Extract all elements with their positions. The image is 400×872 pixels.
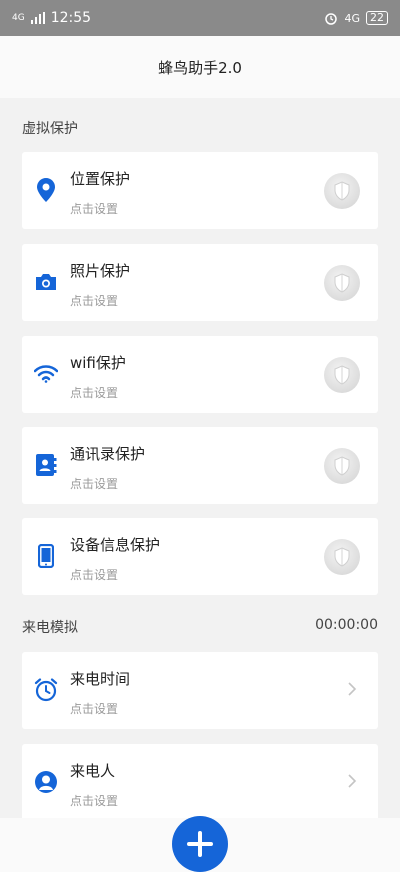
right-network-label: 4G — [344, 11, 360, 25]
call-timer: 00:00:00 — [315, 617, 378, 633]
caller-card[interactable]: 来电人 点击设置 — [22, 744, 378, 821]
page-title: 蜂鸟助手2.0 — [158, 58, 242, 77]
card-subtitle: 点击设置 — [70, 477, 119, 491]
battery-icon: 22 — [366, 11, 388, 25]
card-subtitle: 点击设置 — [70, 568, 119, 582]
section-title-call-simulation: 来电模拟 — [22, 620, 78, 636]
photo-protection-card[interactable]: 照片保护 点击设置 — [22, 244, 378, 321]
location-protection-card[interactable]: 位置保护 点击设置 — [22, 152, 378, 229]
shield-toggle-icon[interactable] — [324, 539, 360, 575]
shield-toggle-icon[interactable] — [324, 448, 360, 484]
app-header: 蜂鸟助手2.0 — [0, 36, 400, 98]
shield-toggle-icon[interactable] — [324, 173, 360, 209]
call-time-card[interactable]: 来电时间 点击设置 — [22, 652, 378, 729]
section-title-virtual-protection: 虚拟保护 — [22, 121, 78, 137]
battery-level: 22 — [370, 11, 384, 24]
card-title: 通讯录保护 — [70, 445, 146, 463]
shield-toggle-icon[interactable] — [324, 265, 360, 301]
shield-toggle-icon[interactable] — [324, 357, 360, 393]
device-info-protection-card[interactable]: 设备信息保护 点击设置 — [22, 518, 378, 595]
alarm-clock-icon — [34, 678, 58, 702]
phone-icon — [34, 544, 58, 568]
card-subtitle: 点击设置 — [70, 702, 119, 716]
card-title: 位置保护 — [70, 170, 131, 188]
contacts-protection-card[interactable]: 通讯录保护 点击设置 — [22, 427, 378, 504]
network-label: 4G — [12, 12, 25, 23]
card-title: 照片保护 — [70, 262, 131, 280]
card-title: 来电人 — [70, 762, 116, 780]
card-subtitle: 点击设置 — [70, 386, 119, 400]
add-button[interactable] — [172, 816, 228, 872]
card-title: 设备信息保护 — [70, 536, 161, 554]
clock-time: 12:55 — [50, 10, 92, 26]
camera-icon — [34, 270, 58, 294]
signal-icon — [30, 12, 45, 24]
wifi-protection-card[interactable]: wifi保护 点击设置 — [22, 336, 378, 413]
card-title: wifi保护 — [70, 354, 126, 372]
person-icon — [34, 770, 58, 794]
card-subtitle: 点击设置 — [70, 202, 119, 216]
wifi-icon — [34, 362, 58, 386]
card-subtitle: 点击设置 — [70, 294, 119, 308]
plus-icon — [187, 831, 213, 857]
chevron-right-icon — [348, 682, 357, 696]
chevron-right-icon — [348, 774, 357, 788]
alarm-status-icon — [325, 13, 338, 25]
contacts-icon — [34, 453, 58, 477]
status-bar: 4G 12:55 4G 22 — [0, 0, 400, 36]
card-subtitle: 点击设置 — [70, 794, 119, 808]
card-title: 来电时间 — [70, 670, 131, 688]
location-pin-icon — [34, 178, 58, 202]
